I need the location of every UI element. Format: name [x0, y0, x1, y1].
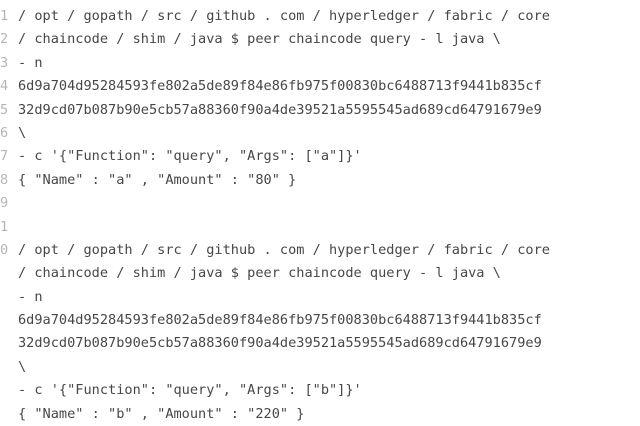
line-number: [0, 332, 18, 355]
line-number: [0, 379, 18, 402]
line-number: 4: [0, 78, 9, 95]
line-number: 5: [0, 101, 9, 118]
line-number: 7: [0, 148, 9, 165]
code-text: 32d9cd07b087b90e5cb57a88360f90a4de39521a…: [18, 335, 542, 352]
code-text: - c '{"Function": "query", "Args": ["b"]…: [18, 382, 362, 399]
code-line: 9: [0, 192, 640, 215]
code-text: 32d9cd07b087b90e5cb57a88360f90a4de39521a…: [18, 101, 542, 118]
line-number: 0: [0, 241, 9, 258]
code-line: 0 / opt / gopath / src / github . com / …: [0, 239, 640, 262]
line-number: [0, 262, 18, 285]
code-listing: 1 / opt / gopath / src / github . com / …: [0, 5, 640, 426]
code-line: 7 - c '{"Function": "query", "Args": ["a…: [0, 145, 640, 168]
code-text: \: [18, 358, 27, 375]
code-line: 6d9a704d95284593fe802a5de89f84e86fb975f0…: [0, 309, 640, 332]
code-text: / opt / gopath / src / github . com / hy…: [18, 8, 550, 24]
code-line: 1 / opt / gopath / src / github . com / …: [0, 5, 640, 28]
code-line: 4 6d9a704d95284593fe802a5de89f84e86fb975…: [0, 75, 640, 98]
line-number: 9: [0, 195, 9, 212]
code-text: / chaincode / shim / java $ peer chainco…: [18, 31, 501, 48]
line-number: 3: [0, 54, 9, 71]
line-number: [0, 356, 18, 379]
code-text: - n: [18, 288, 43, 305]
code-text: 6d9a704d95284593fe802a5de89f84e86fb975f0…: [18, 312, 542, 329]
code-text: { "Name" : "a" , "Amount" : "80" }: [18, 171, 297, 188]
code-line: \: [0, 356, 640, 379]
line-number: [0, 286, 18, 309]
code-line: 5 32d9cd07b087b90e5cb57a88360f90a4de3952…: [0, 99, 640, 122]
code-text: \: [18, 124, 27, 141]
code-line: 6 \: [0, 122, 640, 145]
line-number: [0, 309, 18, 332]
line-number: 1: [0, 8, 9, 24]
line-number: 6: [0, 124, 9, 141]
code-text: { "Name" : "b" , "Amount" : "220" }: [18, 405, 305, 422]
code-line: 3 - n: [0, 52, 640, 75]
code-line: / chaincode / shim / java $ peer chainco…: [0, 262, 640, 285]
code-line: 2 / chaincode / shim / java $ peer chain…: [0, 28, 640, 51]
code-line: 8 { "Name" : "a" , "Amount" : "80" }: [0, 169, 640, 192]
line-number: [0, 403, 18, 426]
line-number: 2: [0, 31, 9, 48]
code-text: - n: [18, 54, 43, 71]
code-text: / chaincode / shim / java $ peer chainco…: [18, 265, 501, 282]
code-line: { "Name" : "b" , "Amount" : "220" }: [0, 403, 640, 426]
code-text: - c '{"Function": "query", "Args": ["a"]…: [18, 148, 362, 165]
line-number: 1: [0, 218, 9, 235]
code-text: 6d9a704d95284593fe802a5de89f84e86fb975f0…: [18, 78, 542, 95]
code-text: / opt / gopath / src / github . com / hy…: [18, 241, 550, 258]
code-line: - n: [0, 286, 640, 309]
line-number: 8: [0, 171, 9, 188]
code-line: 32d9cd07b087b90e5cb57a88360f90a4de39521a…: [0, 332, 640, 355]
code-line: - c '{"Function": "query", "Args": ["b"]…: [0, 379, 640, 402]
code-line: 1: [0, 216, 640, 239]
